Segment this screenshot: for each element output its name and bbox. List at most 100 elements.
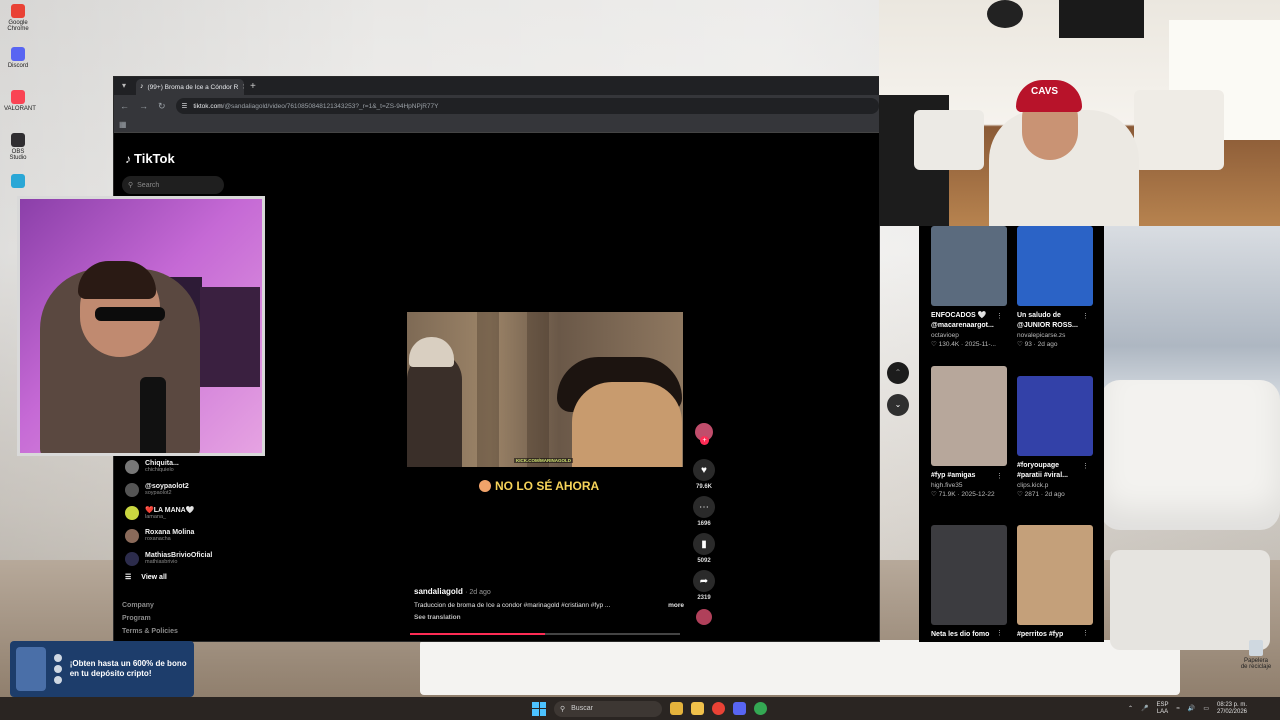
video-progress-bar[interactable] [410,633,680,635]
comment-button[interactable]: ⋯ [693,496,715,518]
recommended-video-card[interactable]: #foryoupage #paratii #viral... clips.kic… [1005,376,1093,498]
new-tab-icon[interactable]: + [250,81,256,92]
desktop-icon-recycle-bin[interactable]: Papelera de reciclaje [1240,640,1272,670]
footer-link-company[interactable]: Company [122,602,178,609]
following-item[interactable]: MathiasBrivioOficial mathiasbrivio [125,547,275,570]
tab-search-icon[interactable]: ▾ [118,80,130,92]
share-arrow-icon: ➦ [699,575,709,587]
start-button[interactable] [532,701,546,716]
post-time: · 2d ago [465,589,491,596]
browser-app-icon[interactable] [754,702,767,715]
clock[interactable]: 08:23 p. m. 27/02/2026 [1217,702,1247,716]
following-name: @soypaolot2 [145,483,189,490]
microphone-icon[interactable]: 🎤 [1141,705,1148,712]
more-options-icon[interactable]: ⋮ [996,312,1003,320]
language-indicator[interactable]: ESP LAA [1157,702,1169,716]
more-options-icon[interactable]: ⋮ [1082,462,1089,470]
save-button[interactable]: ▮ [693,533,715,555]
desktop-icon-app[interactable] [4,174,32,190]
desktop-icon-obs[interactable]: OBS Studio [4,133,32,161]
creator-avatar[interactable]: + [695,423,713,445]
following-item[interactable]: Roxana Molina roxanacha [125,524,275,547]
coin-icon [53,654,62,662]
coin-icon [53,665,62,673]
valorant-icon [11,90,25,104]
back-icon[interactable]: ← [120,101,129,111]
taskbar-search[interactable]: ⚲ Buscar [554,700,662,717]
tiktok-logo[interactable]: ♪ TikTok [125,151,175,166]
site-info-icon[interactable]: ☰ [182,102,188,110]
recycle-bin-label: Papelera de reciclaje [1240,658,1272,670]
follow-plus-icon[interactable]: + [700,436,709,445]
view-all-link[interactable]: ☰ View all [125,573,275,582]
avatar [125,551,139,566]
browser-toolbar: ← → ↻ ☰ tiktok.com/@sandaliagold/video/7… [114,95,879,117]
gift-icon [16,647,46,691]
tab-close-icon[interactable]: ✕ [242,83,244,91]
following-list: Chiquita... chichiquielo @soypaolot2 soypa… [125,455,275,581]
see-translation-link[interactable]: See translation [414,614,684,621]
following-item[interactable]: Chiquita... chichiquielo [125,455,275,478]
promo-ad[interactable]: ¡Obten hasta un 600% de bono en tu depós… [10,641,194,697]
more-options-icon[interactable]: ⋮ [996,472,1003,480]
volume-icon[interactable]: 🔊 [1188,705,1195,712]
apps-grid-icon[interactable]: ▦ [119,120,127,129]
bookmarks-bar: ▦ [114,117,879,133]
browser-tab[interactable]: ♪ (99+) Broma de Ice a Cóndor R ✕ [136,79,244,95]
comment-icon: ⋯ [699,501,709,513]
more-link[interactable]: more [668,602,684,609]
footer-link-terms[interactable]: Terms & Policies [122,628,178,635]
emoji-icon [479,480,491,492]
tab-title: (99+) Broma de Ice a Cóndor R [147,83,239,91]
recommended-video-card[interactable]: ENFOCADOS 🤍 @macarenaargot... octavioep … [919,226,1007,348]
video-player[interactable]: KICK.COM/MARINAGOLD [407,312,683,467]
more-options-icon[interactable]: ⋮ [1082,629,1089,637]
video-title: #fyp #amigas [931,472,976,479]
more-options-icon[interactable]: ⋮ [1082,312,1089,320]
folder-icon[interactable] [691,702,704,715]
following-item[interactable]: ❤️LA MANA🤍 lamana_ [125,501,275,524]
like-count: 79.6K [695,484,712,490]
language-code: ESP [1156,701,1169,708]
share-button[interactable]: ➦ [693,570,715,592]
streamer-hair [78,261,156,299]
recommended-video-card[interactable]: Un saludo de @JUNIOR ROSS... novalepicar… [1005,226,1093,348]
following-username: chichiquielo [145,467,174,473]
video-progress-fill [410,633,545,635]
chevron-up-icon[interactable]: ⌃ [1128,705,1133,712]
avatar [125,528,139,543]
view-all-label: View all [141,573,167,581]
like-button[interactable]: ♥ [693,459,715,481]
sound-avatar[interactable] [696,609,712,625]
recommended-video-card[interactable]: #perritos #fyp ⋮ [1005,525,1093,640]
reload-icon[interactable]: ↻ [158,101,166,112]
chrome-icon[interactable] [712,702,725,715]
video-title: ENFOCADOS 🤍 [931,312,987,319]
footer-link-program[interactable]: Program [122,615,178,622]
following-item[interactable]: @soypaolot2 soypaolot2 [125,478,275,501]
address-bar[interactable]: ☰ tiktok.com/@sandaliagold/video/7610850… [175,98,879,114]
room-tv [1059,0,1144,38]
battery-icon[interactable]: ▭ [1203,705,1209,712]
chevron-down-icon: ⌄ [894,400,902,409]
desktop-icon-discord[interactable]: Discord [4,47,32,69]
desktop-icon-valorant[interactable]: VALORANT [4,90,36,112]
wifi-icon[interactable]: ≈ [1177,706,1180,712]
previous-video-button[interactable]: ⌃ [887,362,909,384]
more-options-icon[interactable]: ⋮ [996,629,1003,637]
forward-icon[interactable]: → [139,101,148,111]
desktop-icon-chrome[interactable]: Google Chrome [4,4,32,32]
recommended-video-card[interactable]: #fyp #amigas high.five35 ♡ 71.9K · 2025-… [919,366,1007,498]
desktop-icon-label: VALORANT [4,106,36,112]
video-username: novalepicarse.zs [1017,332,1066,339]
file-explorer-icon[interactable] [670,702,683,715]
list-icon: ☰ [125,574,132,581]
recommended-video-card[interactable]: Neta les dio fomo ⋮ [919,525,1007,640]
search-input[interactable]: ⚲ Search [122,176,224,194]
tiktok-favicon-icon: ♪ [140,83,144,90]
video-title-line2: #paratii #viral... [1017,472,1068,479]
language-layout: LAA [1156,708,1169,715]
discord-icon[interactable] [733,702,746,715]
next-video-button[interactable]: ⌄ [887,394,909,416]
video-author[interactable]: sandaliagold · 2d ago [414,587,684,596]
